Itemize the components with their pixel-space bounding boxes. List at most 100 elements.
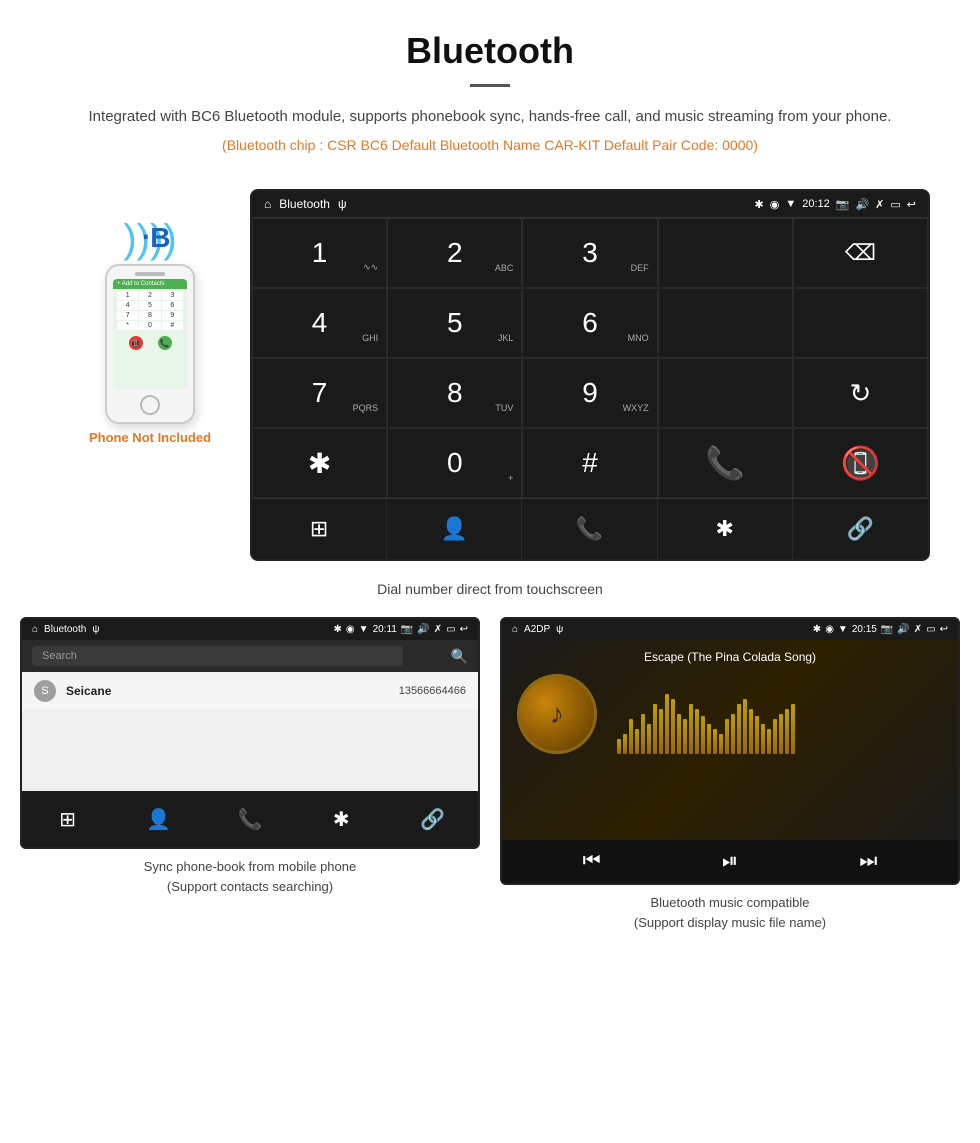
music-vol-icon: 🔊 xyxy=(897,624,909,635)
dialpad-statusbar: ⌂ Bluetooth ψ ✱ ◉ ▼ 20:12 📷 🔊 ✗ ▭ ↩ xyxy=(252,191,928,217)
key-refresh[interactable]: ↻ xyxy=(793,358,928,428)
key-call[interactable]: 📞 xyxy=(658,428,793,498)
key-9[interactable]: 9WXYZ xyxy=(522,358,657,428)
eq-bar xyxy=(623,734,627,754)
key-4[interactable]: 4GHI xyxy=(252,288,387,358)
page-title: Bluetooth xyxy=(60,30,920,72)
pb-win-icon: ▭ xyxy=(446,624,455,635)
bottom-row: ⌂ Bluetooth ψ ✱ ◉ ▼ 20:11 📷 🔊 ✗ ▭ ↩ xyxy=(20,617,960,932)
statusbar-right: ✱ ◉ ▼ 20:12 📷 🔊 ✗ ▭ ↩ xyxy=(755,198,917,211)
pb-home-icon: ⌂ xyxy=(32,624,38,635)
music-song-title: Escape (The Pina Colada Song) xyxy=(644,650,816,664)
nav-link[interactable]: 🔗 xyxy=(793,499,928,559)
key-7[interactable]: 7PQRS xyxy=(252,358,387,428)
next-track-button[interactable]: ⏭ xyxy=(859,850,877,873)
music-screenshot: ⌂ A2DP ψ ✱ ◉ ▼ 20:15 📷 🔊 ✗ ▭ ↩ xyxy=(500,617,960,885)
pb-nav-contacts[interactable]: 👤 xyxy=(113,799,204,839)
phone-screen-header: + Add to Contacts xyxy=(113,279,187,289)
pb-nav-bar: ⊞ 👤 📞 ✱ 🔗 xyxy=(22,791,478,847)
dial-caption: Dial number direct from touchscreen xyxy=(377,581,603,597)
music-statusbar-right: ✱ ◉ ▼ 20:15 📷 🔊 ✗ ▭ ↩ xyxy=(813,624,948,635)
pb-search-bar: Search 🔍 xyxy=(22,640,478,672)
pb-nav-calls[interactable]: 📞 xyxy=(204,799,295,839)
contact-avatar: S xyxy=(34,680,56,702)
music-close-icon: ✗ xyxy=(914,624,922,635)
eq-bar xyxy=(659,709,663,754)
pb-statusbar-right: ✱ ◉ ▼ 20:11 📷 🔊 ✗ ▭ ↩ xyxy=(334,624,468,635)
pb-usb-icon: ψ xyxy=(92,624,99,635)
key-star[interactable]: ✱ xyxy=(252,428,387,498)
phone-not-included-label: Phone Not Included xyxy=(89,430,211,445)
music-a2dp-label: A2DP xyxy=(524,624,550,635)
window-icon: ▭ xyxy=(890,198,900,211)
usb-icon: ψ xyxy=(338,197,347,211)
key-3[interactable]: 3DEF xyxy=(522,218,657,288)
volume-icon: 🔊 xyxy=(855,198,869,211)
eq-bar xyxy=(677,714,681,754)
music-statusbar: ⌂ A2DP ψ ✱ ◉ ▼ 20:15 📷 🔊 ✗ ▭ ↩ xyxy=(502,619,958,640)
key-end-call[interactable]: 📵 xyxy=(793,428,928,498)
key-hash[interactable]: # xyxy=(522,428,657,498)
end-call-btn: 📵 xyxy=(129,336,143,350)
search-icon[interactable]: 🔍 xyxy=(451,648,468,665)
music-caption: Bluetooth music compatible (Support disp… xyxy=(634,893,826,932)
eq-bar xyxy=(761,724,765,754)
music-signal-icon: ▼ xyxy=(838,624,848,635)
pb-contact-row: S Seicane 13566664466 xyxy=(22,672,478,711)
phone-speaker xyxy=(135,272,165,276)
pb-loc-icon: ◉ xyxy=(346,624,355,635)
nav-bluetooth-nav[interactable]: ✱ xyxy=(658,499,793,559)
eq-bar xyxy=(617,739,621,754)
music-loc-icon: ◉ xyxy=(825,624,834,635)
music-statusbar-left: ⌂ A2DP ψ xyxy=(512,624,563,635)
play-pause-button[interactable]: ⏯ xyxy=(722,850,738,873)
key-6[interactable]: 6MNO xyxy=(522,288,657,358)
eq-bar xyxy=(689,704,693,754)
pb-statusbar: ⌂ Bluetooth ψ ✱ ◉ ▼ 20:11 📷 🔊 ✗ ▭ ↩ xyxy=(22,619,478,640)
music-time: 20:15 xyxy=(852,624,877,635)
phonebook-screenshot: ⌂ Bluetooth ψ ✱ ◉ ▼ 20:11 📷 🔊 ✗ ▭ ↩ xyxy=(20,617,480,849)
phonebook-card: ⌂ Bluetooth ψ ✱ ◉ ▼ 20:11 📷 🔊 ✗ ▭ ↩ xyxy=(20,617,480,932)
prev-track-button[interactable]: ⏮ xyxy=(583,850,601,873)
nav-calls[interactable]: 📞 xyxy=(522,499,657,559)
pb-nav-keypad[interactable]: ⊞ xyxy=(22,799,113,839)
time-display: 20:12 xyxy=(802,198,830,210)
music-win-icon: ▭ xyxy=(926,624,935,635)
location-icon: ◉ xyxy=(770,198,780,211)
eq-bar xyxy=(731,714,735,754)
back-icon: ↩ xyxy=(907,198,916,211)
eq-bar xyxy=(695,709,699,754)
eq-bar xyxy=(683,719,687,754)
eq-bar xyxy=(671,699,675,754)
pb-bt-icon: ✱ xyxy=(334,624,342,635)
eq-bar xyxy=(713,729,717,754)
pb-nav-link[interactable]: 🔗 xyxy=(387,799,478,839)
key-1[interactable]: 1∿∿ xyxy=(252,218,387,288)
key-5[interactable]: 5JKL xyxy=(387,288,522,358)
music-card: ⌂ A2DP ψ ✱ ◉ ▼ 20:15 📷 🔊 ✗ ▭ ↩ xyxy=(500,617,960,932)
cell-empty-2 xyxy=(658,288,793,358)
key-8[interactable]: 8TUV xyxy=(387,358,522,428)
key-2[interactable]: 2ABC xyxy=(387,218,522,288)
call-btn: 📞 xyxy=(158,336,172,350)
contact-name: Seicane xyxy=(66,684,399,698)
eq-bar xyxy=(635,729,639,754)
pb-nav-bt[interactable]: ✱ xyxy=(296,799,387,839)
eq-bar xyxy=(785,709,789,754)
pb-back-icon: ↩ xyxy=(460,624,468,635)
pb-search-input[interactable]: Search xyxy=(32,646,403,666)
eq-bar xyxy=(725,719,729,754)
pb-empty-area xyxy=(22,711,478,791)
eq-bar xyxy=(755,716,759,754)
music-content-row: ♪ xyxy=(517,674,943,754)
eq-bar xyxy=(743,699,747,754)
nav-keypad[interactable]: ⊞ xyxy=(252,499,387,559)
nav-contacts[interactable]: 👤 xyxy=(387,499,522,559)
top-row: )))) ‧B + Add to Contacts 123 456 789 *0… xyxy=(20,189,960,561)
album-art: ♪ xyxy=(517,674,597,754)
pb-time: 20:11 xyxy=(373,624,397,635)
key-0[interactable]: 0+ xyxy=(387,428,522,498)
key-delete[interactable]: ⌫ xyxy=(793,218,928,288)
eq-bar xyxy=(737,704,741,754)
dialpad-bottom-nav: ⊞ 👤 📞 ✱ 🔗 xyxy=(252,498,928,559)
